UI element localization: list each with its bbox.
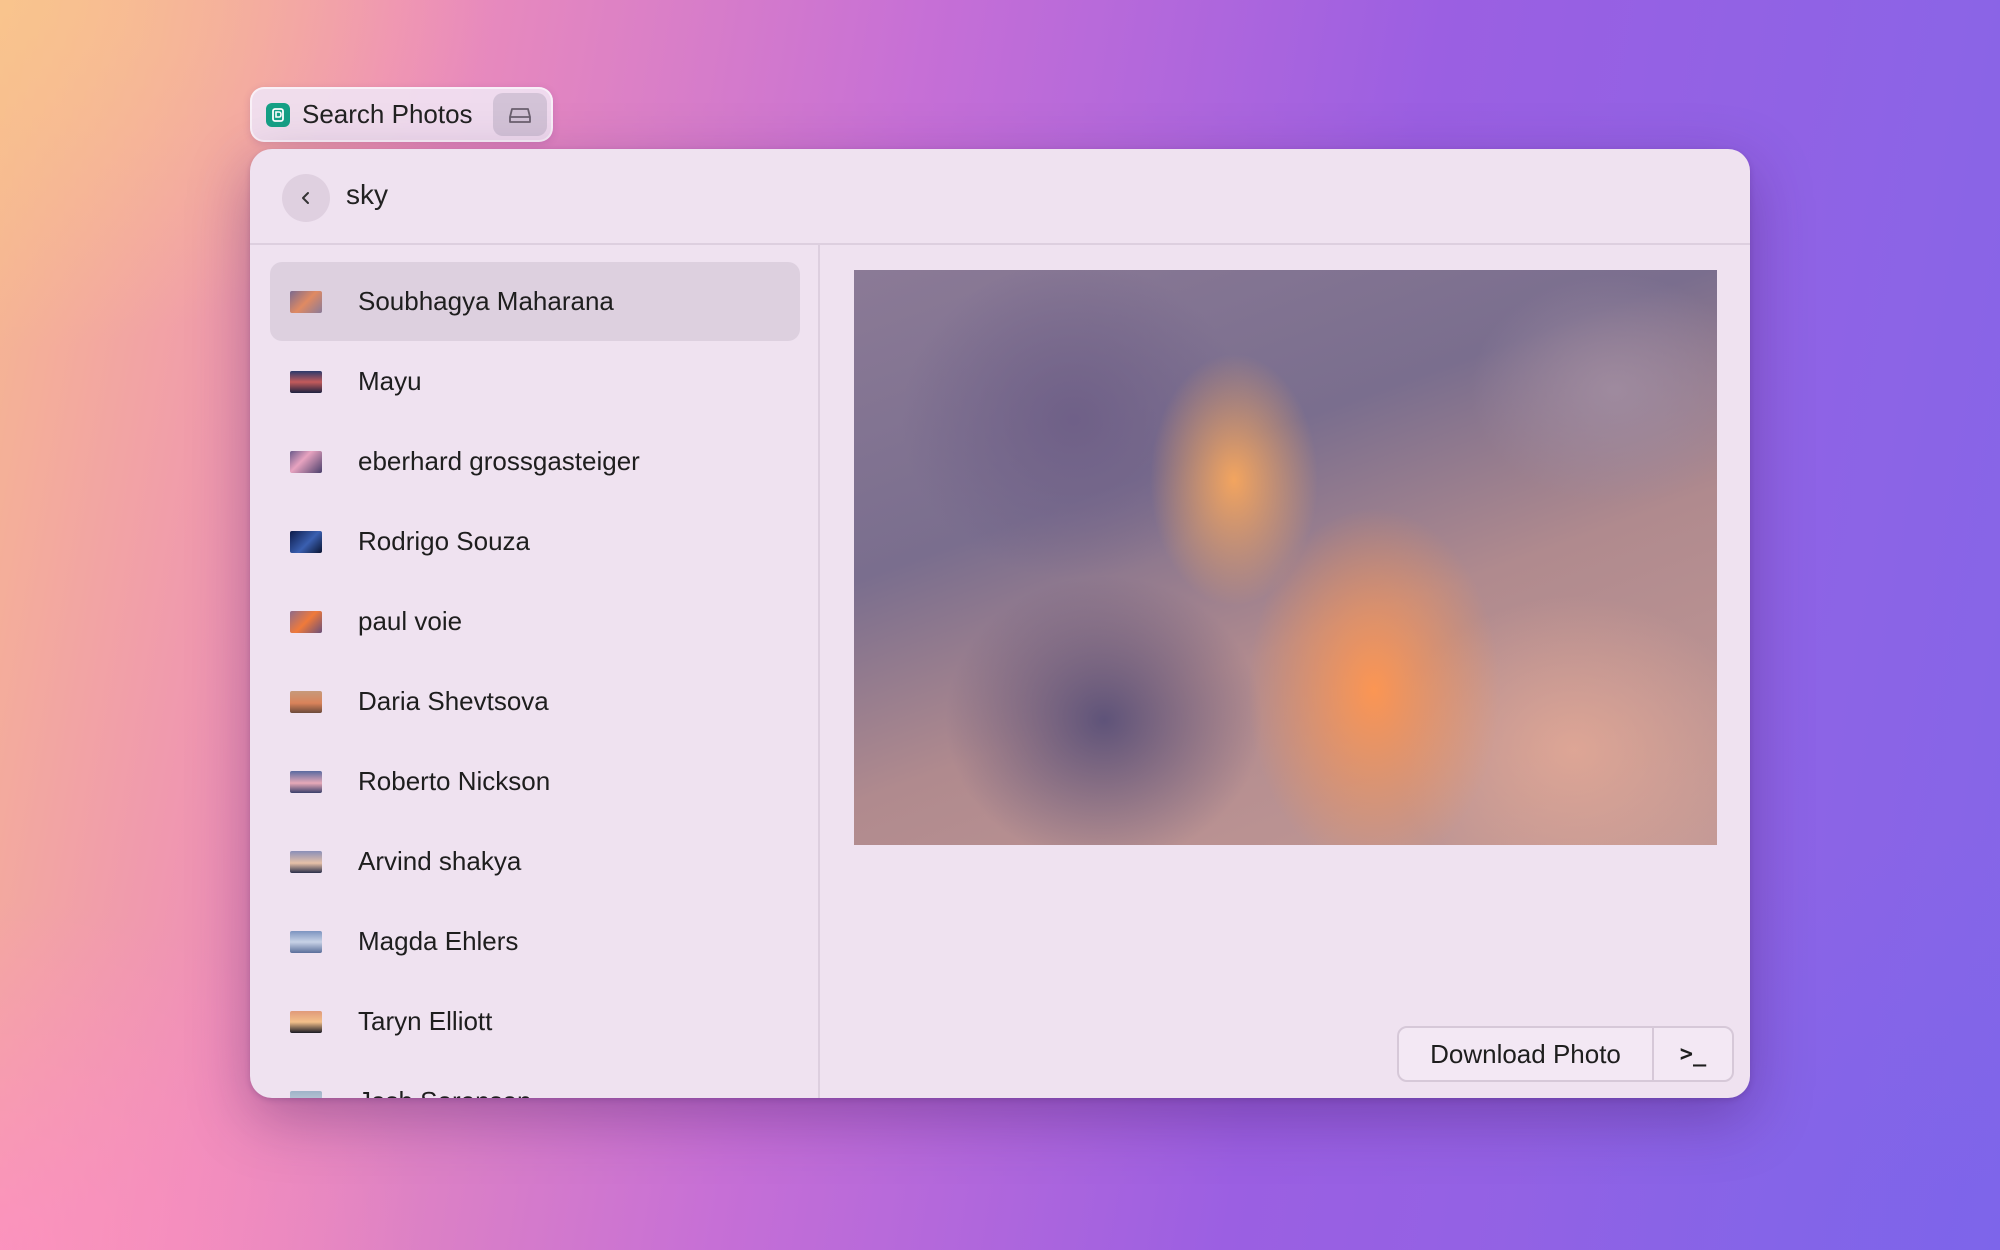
list-item[interactable]: paul voie [270,582,800,661]
list-item[interactable]: Magda Ehlers [270,902,800,981]
list-item[interactable]: Josh Sorenson [270,1062,800,1098]
list-item-label: paul voie [358,606,463,636]
extension-header: Search Photos [250,87,553,142]
search-bar: sky [250,149,1750,245]
list-item[interactable]: Soubhagya Maharana [270,262,800,341]
photo-thumbnail [290,690,322,713]
list-item[interactable]: Taryn Elliott [270,982,800,1061]
list-item-label: Daria Shevtsova [358,686,549,716]
photo-thumbnail [290,610,322,633]
download-photo-button[interactable]: Download Photo [1399,1028,1654,1080]
list-item-label: eberhard grossgasteiger [358,446,640,476]
photo-thumbnail [290,290,322,313]
list-item-label: Josh Sorenson [358,1086,531,1098]
list-item[interactable]: Arvind shakya [270,822,800,901]
terminal-prompt-icon[interactable]: >_ [1654,1028,1732,1080]
list-item-label: Arvind shakya [358,846,522,876]
list-item[interactable]: Rodrigo Souza [270,502,800,581]
photo-thumbnail [290,450,322,473]
photo-thumbnail [290,850,322,873]
photo-thumbnail [290,1090,322,1098]
list-item-label: Roberto Nickson [358,766,551,796]
list-item-label: Mayu [358,366,422,396]
list-item-label: Rodrigo Souza [358,526,530,556]
photo-thumbnail [290,770,322,793]
results-list[interactable]: Soubhagya Maharana Mayu eberhard grossga… [250,245,820,1098]
list-item-label: Soubhagya Maharana [358,286,614,316]
photo-thumbnail [290,1010,322,1033]
back-button[interactable] [282,174,330,222]
photo-preview [854,270,1717,845]
search-input[interactable]: sky [346,179,388,211]
extension-title: Search Photos [302,99,473,129]
list-item[interactable]: eberhard grossgasteiger [270,422,800,501]
photo-app-icon [266,102,290,127]
list-item-label: Taryn Elliott [358,1006,493,1036]
photo-thumbnail [290,370,322,393]
detail-pane [822,245,1750,1098]
hard-drive-icon[interactable] [493,93,547,136]
raycast-window: sky Soubhagya Maharana Mayu eberhard gro… [250,149,1750,1098]
chevron-left-icon [302,192,309,204]
list-item[interactable]: Daria Shevtsova [270,662,800,741]
action-bar: Download Photo >_ [1397,1026,1734,1082]
list-item-label: Magda Ehlers [358,926,519,956]
photo-thumbnail [290,930,322,953]
list-item[interactable]: Roberto Nickson [270,742,800,821]
list-item[interactable]: Mayu [270,342,800,421]
photo-thumbnail [290,530,322,553]
